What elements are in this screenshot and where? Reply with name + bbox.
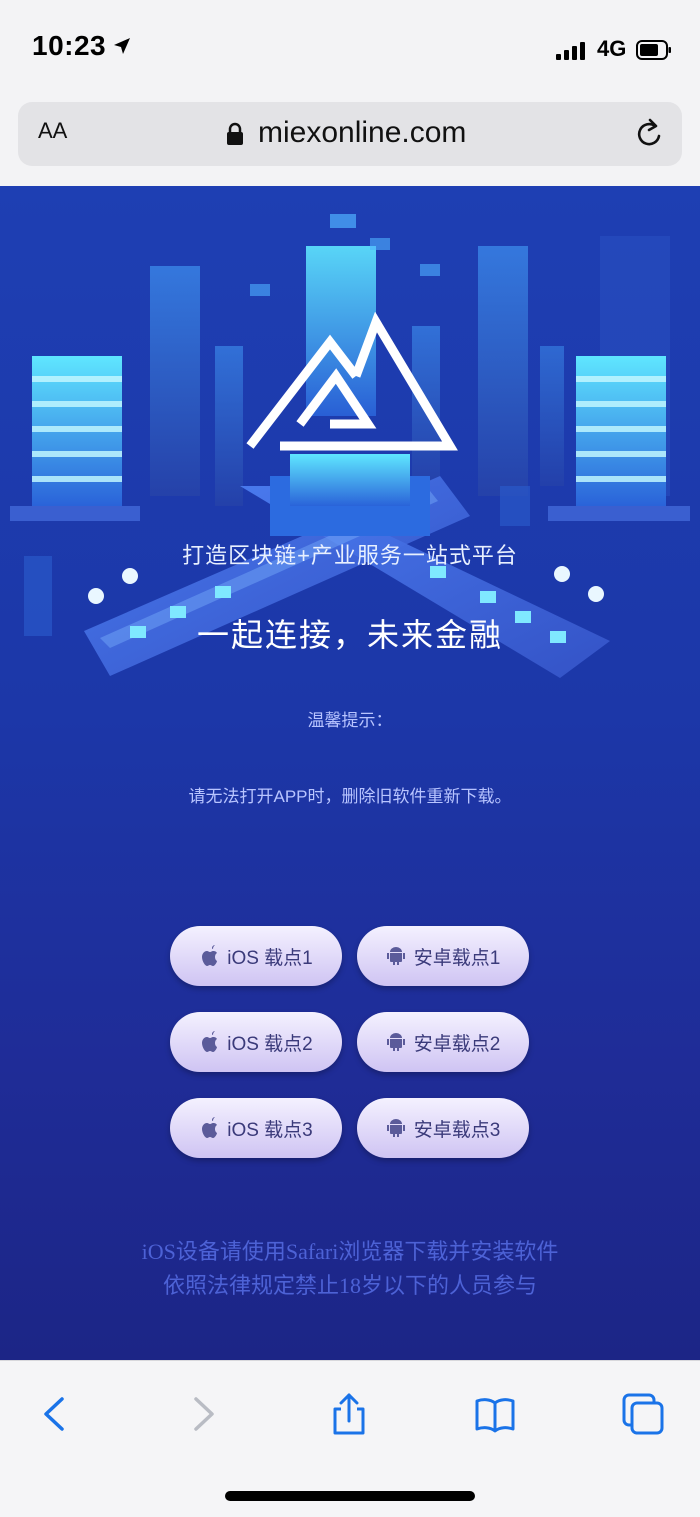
reload-icon[interactable] [632, 116, 666, 152]
footnote-line-1: iOS设备请使用Safari浏览器下载并安装软件 [141, 1239, 559, 1264]
web-page: 打造区块链+产业服务一站式平台 一起连接，未来金融 温馨提示： 请无法打开APP… [0, 186, 700, 1360]
battery-icon [636, 40, 671, 60]
tip-text: 请无法打开APP时，删除旧软件重新下载。 [188, 787, 512, 806]
android-icon [386, 1033, 405, 1051]
android-download-button-1[interactable]: 安卓载点1 [357, 926, 529, 986]
back-chevron-icon[interactable] [32, 1391, 78, 1437]
forward-chevron-icon[interactable] [180, 1391, 226, 1437]
tip-title: 温馨提示： [307, 711, 393, 730]
android-download-label: 安卓载点2 [413, 1033, 501, 1055]
slogan-primary: 打造区块链+产业服务一站式平台 [182, 543, 518, 568]
text-size-button[interactable]: AA [38, 118, 67, 144]
url-text[interactable]: miexonline.com [258, 116, 466, 150]
lock-icon [227, 122, 243, 145]
apple-icon [202, 1117, 218, 1138]
home-indicator [225, 1491, 475, 1501]
bookmarks-icon[interactable] [472, 1391, 518, 1437]
ios-download-label: iOS 载点1 [227, 947, 313, 969]
status-bar: 10:23 4G [0, 0, 700, 100]
share-icon[interactable] [326, 1391, 372, 1437]
apple-icon [202, 945, 218, 966]
ios-download-label: iOS 载点2 [227, 1033, 313, 1055]
ios-download-button-2[interactable]: iOS 载点2 [170, 1012, 342, 1072]
android-download-button-2[interactable]: 安卓载点2 [357, 1012, 529, 1072]
address-bar[interactable]: AA miexonline.com [18, 102, 682, 166]
location-arrow-icon [114, 38, 130, 54]
tabs-icon[interactable] [620, 1391, 666, 1437]
android-icon [386, 1119, 405, 1137]
status-time: 10:23 [32, 30, 107, 61]
android-icon [386, 947, 405, 965]
brand-logo [246, 312, 458, 451]
footnote-line-2: 依照法律规定禁止18岁以下的人员参与 [162, 1273, 537, 1298]
ios-download-button-1[interactable]: iOS 载点1 [170, 926, 342, 986]
android-download-label: 安卓载点3 [413, 1119, 501, 1141]
ios-download-label: iOS 载点3 [227, 1119, 313, 1141]
slogan-secondary: 一起连接，未来金融 [196, 617, 503, 653]
ios-download-button-3[interactable]: iOS 载点3 [170, 1098, 342, 1158]
network-type: 4G [597, 36, 627, 61]
android-download-button-3[interactable]: 安卓载点3 [357, 1098, 529, 1158]
text-size-label: AA [38, 118, 68, 143]
android-download-label: 安卓载点1 [413, 947, 501, 969]
apple-icon [202, 1031, 218, 1052]
cellular-signal-icon [556, 42, 585, 60]
